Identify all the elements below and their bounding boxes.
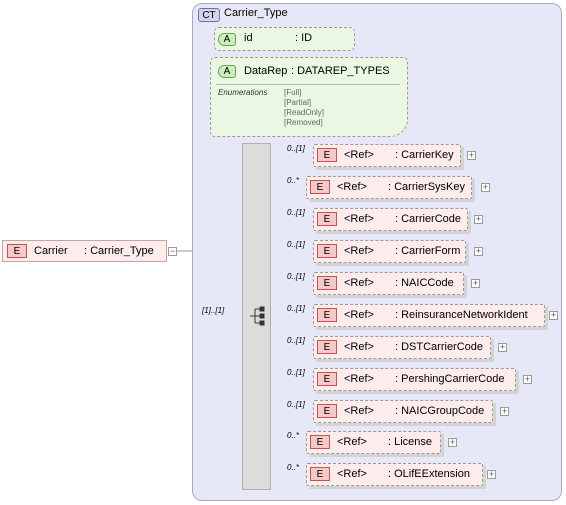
enum-value: [Removed]	[284, 118, 323, 127]
element-name: : PershingCarrierCode	[395, 373, 505, 385]
attribute-divider	[216, 84, 400, 85]
expand-toggle[interactable]: +	[467, 151, 476, 160]
element-ref: <Ref>	[344, 213, 374, 225]
expand-toggle[interactable]: +	[471, 279, 480, 288]
element-occurrence: 0..[1]	[287, 368, 305, 377]
enum-value: [ReadOnly]	[284, 108, 325, 117]
element-name: : OLifEExtension	[388, 468, 470, 480]
element-ref: <Ref>	[344, 277, 374, 289]
expand-toggle[interactable]: +	[500, 407, 509, 416]
element-occurrence: 0..[1]	[287, 400, 305, 409]
attribute-type: : DATAREP_TYPES	[291, 65, 390, 77]
expand-toggle[interactable]: +	[498, 343, 507, 352]
element-occurrence: 0..*	[287, 176, 300, 185]
element-badge: E	[317, 340, 337, 354]
element-badge: E	[317, 212, 337, 226]
element-name: : CarrierSysKey	[388, 181, 466, 193]
element-badge: E	[317, 372, 337, 386]
element-badge: E	[317, 244, 337, 258]
element-name: : CarrierCode	[395, 213, 462, 225]
attribute-badge: A	[218, 33, 236, 46]
enumerations-label: Enumerations	[218, 88, 268, 97]
element-occurrence: 0..[1]	[287, 272, 305, 281]
element-occurrence: 0..[1]	[287, 144, 305, 153]
element-ref: <Ref>	[344, 245, 374, 257]
element-occurrence: 0..*	[287, 463, 300, 472]
element-ref: <Ref>	[344, 309, 374, 321]
enum-value: [Partial]	[284, 98, 312, 107]
expand-toggle[interactable]: +	[523, 375, 532, 384]
element-name: : License	[388, 436, 433, 448]
expand-toggle[interactable]: +	[481, 183, 490, 192]
root-element-type: : Carrier_Type	[84, 245, 154, 257]
attribute-badge: A	[218, 65, 236, 78]
element-occurrence: 0..[1]	[287, 336, 305, 345]
element-ref: <Ref>	[344, 341, 374, 353]
element-occurrence: 0..[1]	[287, 240, 305, 249]
element-name: : DSTCarrierCode	[395, 341, 484, 353]
expand-toggle[interactable]: +	[474, 247, 483, 256]
attribute-name: id	[244, 32, 253, 44]
element-name: : CarrierKey	[395, 149, 454, 161]
root-element-badge: E	[7, 244, 27, 258]
attribute-name: DataRep	[244, 65, 288, 77]
element-ref: <Ref>	[344, 149, 374, 161]
sequence-occurrence: [1]..[1]	[202, 306, 225, 315]
element-badge: E	[310, 180, 330, 194]
element-ref: <Ref>	[337, 468, 367, 480]
element-name: : NAICCode	[395, 277, 454, 289]
element-badge: E	[317, 308, 337, 322]
expand-toggle[interactable]: +	[474, 215, 483, 224]
complex-type-badge: CT	[198, 8, 220, 22]
element-ref: <Ref>	[344, 405, 374, 417]
element-badge: E	[317, 276, 337, 290]
element-badge: E	[317, 148, 337, 162]
element-ref: <Ref>	[337, 181, 367, 193]
element-ref: <Ref>	[344, 373, 374, 385]
complex-type-title: Carrier_Type	[224, 7, 288, 19]
collapse-toggle[interactable]: −	[168, 247, 177, 256]
attribute-type: : ID	[295, 32, 313, 44]
element-badge: E	[310, 467, 330, 481]
expand-toggle[interactable]: +	[549, 311, 558, 320]
expand-toggle[interactable]: +	[487, 470, 496, 479]
element-occurrence: 0..[1]	[287, 208, 305, 217]
element-ref: <Ref>	[337, 436, 367, 448]
element-occurrence: 0..[1]	[287, 304, 305, 313]
element-badge: E	[317, 404, 337, 418]
expand-toggle[interactable]: +	[448, 438, 457, 447]
root-element-name: Carrier	[34, 245, 68, 257]
sequence-icon	[250, 306, 265, 326]
element-name: : NAICGroupCode	[395, 405, 485, 417]
element-name: : CarrierForm	[395, 245, 461, 257]
enum-value: [Full]	[284, 88, 302, 97]
element-name: : ReinsuranceNetworkIdent	[395, 309, 528, 321]
element-occurrence: 0..*	[287, 431, 300, 440]
element-badge: E	[310, 435, 330, 449]
